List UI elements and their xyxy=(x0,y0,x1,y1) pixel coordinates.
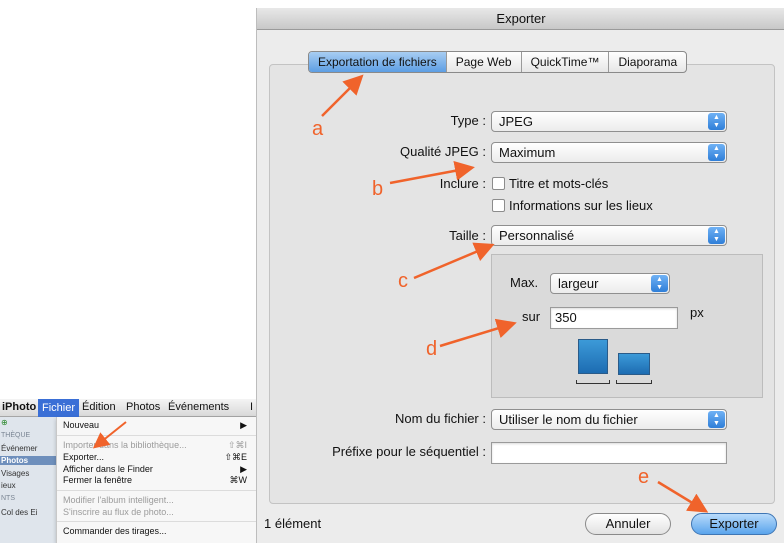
menu-fichier[interactable]: Fichier xyxy=(38,399,80,417)
popup-arrows-icon: ▲ ▼ xyxy=(708,411,725,428)
include-label: Inclure : xyxy=(439,176,486,191)
size-value: Personnalisé xyxy=(499,228,575,243)
menu-item-label: Fermer la fenêtre xyxy=(63,475,133,485)
menu-evenements[interactable]: Événements xyxy=(168,401,229,413)
menu-item-label: S'inscrire au flux de photo... xyxy=(63,507,174,517)
max-label: Max. xyxy=(510,275,539,290)
checkbox-box xyxy=(492,199,505,212)
sidebar-item-events[interactable]: Événemer xyxy=(0,444,37,453)
menu-item-nouveau[interactable]: Nouveau ▶ xyxy=(63,420,251,430)
menu-item-modifier-album: Modifier l'album intelligent... xyxy=(63,495,251,505)
size-popup[interactable]: Personnalisé ▲ ▼ xyxy=(491,225,727,246)
quality-popup[interactable]: Maximum ▲ ▼ xyxy=(491,142,727,163)
menu-item-label: Afficher dans le Finder xyxy=(63,464,153,474)
menu-item-flux-photo: S'inscrire au flux de photo... xyxy=(63,507,251,517)
include-title-label: Titre et mots-clés xyxy=(509,176,609,191)
custom-size-box: Max. largeur ▲ ▼ sur 350 px xyxy=(491,254,763,398)
menu-separator xyxy=(57,490,256,491)
popup-arrows-icon: ▲ ▼ xyxy=(651,275,668,292)
sidebar-item-faces[interactable]: Visages xyxy=(0,469,29,478)
iphoto-menu-screenshot: iPhoto Fichier Édition Photos Événements… xyxy=(0,399,256,543)
landscape-width-bracket xyxy=(616,380,652,384)
annotation-b: b xyxy=(372,178,384,200)
tab-exportation-fichiers[interactable]: Exportation de fichiers xyxy=(309,52,447,72)
sidebar-header-library: THÈQUE xyxy=(1,432,31,439)
on-label: sur xyxy=(522,309,541,324)
menu-photos[interactable]: Photos xyxy=(126,401,160,413)
popup-arrows-icon: ▲ ▼ xyxy=(708,144,725,161)
menu-item-shortcut: ⇧⌘I xyxy=(227,440,247,450)
menu-separator xyxy=(57,521,256,522)
filename-label: Nom du fichier : xyxy=(394,411,486,426)
menu-edition[interactable]: Édition xyxy=(82,401,116,413)
checkbox-box xyxy=(492,177,505,190)
prefix-label: Préfixe pour le séquentiel : xyxy=(332,444,486,459)
annotation-e: e xyxy=(638,466,650,488)
dialog-title: Exporter xyxy=(257,8,784,30)
sidebar-header-recent: NTS xyxy=(1,495,15,502)
sidebar-item-album[interactable]: Col des Ei xyxy=(0,508,37,517)
menu-bar: iPhoto Fichier Édition Photos Événements… xyxy=(0,399,256,417)
type-label: Type : xyxy=(450,113,486,128)
annotation-d: d xyxy=(426,338,438,360)
menu-more[interactable]: I xyxy=(250,401,253,413)
type-popup[interactable]: JPEG ▲ ▼ xyxy=(491,111,727,132)
tab-diaporama[interactable]: Diaporama xyxy=(609,52,686,72)
export-button[interactable]: Exporter xyxy=(691,513,777,535)
include-location-checkbox[interactable]: Informations sur les lieux xyxy=(492,198,653,213)
annotation-a: a xyxy=(312,118,324,140)
menu-item-fermer[interactable]: Fermer la fenêtre ⌘W xyxy=(63,475,251,485)
item-count: 1 élément xyxy=(264,516,322,531)
tab-bar: Exportation de fichiers Page Web QuickTi… xyxy=(308,51,688,73)
type-value: JPEG xyxy=(499,114,533,129)
menu-item-label: Exporter... xyxy=(63,452,105,462)
fichier-dropdown: Nouveau ▶ Importer dans la bibliothèque..… xyxy=(56,417,256,543)
filename-value: Utiliser le nom du fichier xyxy=(499,412,638,427)
size-label: Taille : xyxy=(449,228,486,243)
submenu-arrow-icon: ▶ xyxy=(240,464,247,474)
menu-item-label: Commander des tirages... xyxy=(63,526,167,536)
quality-label: Qualité JPEG : xyxy=(400,144,486,159)
landscape-monitor-icon xyxy=(618,353,650,375)
menu-item-label: Modifier l'album intelligent... xyxy=(63,495,174,505)
menu-item-shortcut: ⇧⌘E xyxy=(224,452,247,462)
menu-item-afficher-finder[interactable]: Afficher dans le Finder ▶ xyxy=(63,464,251,474)
cancel-button[interactable]: Annuler xyxy=(585,513,671,535)
add-icon[interactable]: ⊕ xyxy=(0,418,8,427)
submenu-arrow-icon: ▶ xyxy=(240,420,247,430)
include-location-label: Informations sur les lieux xyxy=(509,198,653,213)
export-dialog: Exporter Exportation de fichiers Page We… xyxy=(256,8,784,543)
app-menu-iphoto[interactable]: iPhoto xyxy=(2,401,36,413)
tab-page-web[interactable]: Page Web xyxy=(447,52,522,72)
size-value-field[interactable]: 350 xyxy=(550,307,678,329)
menu-item-commander-tirages[interactable]: Commander des tirages... xyxy=(63,526,251,536)
iphoto-sidebar: ⊕ THÈQUE Événemer Photos Visages ieux NT… xyxy=(0,417,56,543)
portrait-width-bracket xyxy=(576,380,610,384)
popup-arrows-icon: ▲ ▼ xyxy=(708,227,725,244)
menu-item-exporter[interactable]: Exporter... ⇧⌘E xyxy=(63,452,251,462)
portrait-monitor-icon xyxy=(578,339,608,374)
max-dimension-popup[interactable]: largeur ▲ ▼ xyxy=(550,273,670,294)
include-title-checkbox[interactable]: Titre et mots-clés xyxy=(492,176,608,191)
popup-arrows-icon: ▲ ▼ xyxy=(708,113,725,130)
menu-item-shortcut: ⌘W xyxy=(229,475,248,485)
menu-item-label: Nouveau xyxy=(63,420,100,430)
menu-item-label: Importer dans la bibliothèque... xyxy=(63,440,187,450)
quality-value: Maximum xyxy=(499,145,556,160)
unit-label: px xyxy=(690,305,704,320)
sidebar-item-places[interactable]: ieux xyxy=(0,481,16,490)
annotation-c: c xyxy=(398,270,408,292)
menu-item-importer: Importer dans la bibliothèque... ⇧⌘I xyxy=(63,440,251,450)
tab-quicktime[interactable]: QuickTime™ xyxy=(522,52,610,72)
prefix-field[interactable] xyxy=(491,442,727,464)
menu-separator xyxy=(57,435,256,436)
max-dimension-value: largeur xyxy=(558,276,599,291)
filename-popup[interactable]: Utiliser le nom du fichier ▲ ▼ xyxy=(491,409,727,430)
sidebar-item-photos[interactable]: Photos xyxy=(0,456,56,465)
